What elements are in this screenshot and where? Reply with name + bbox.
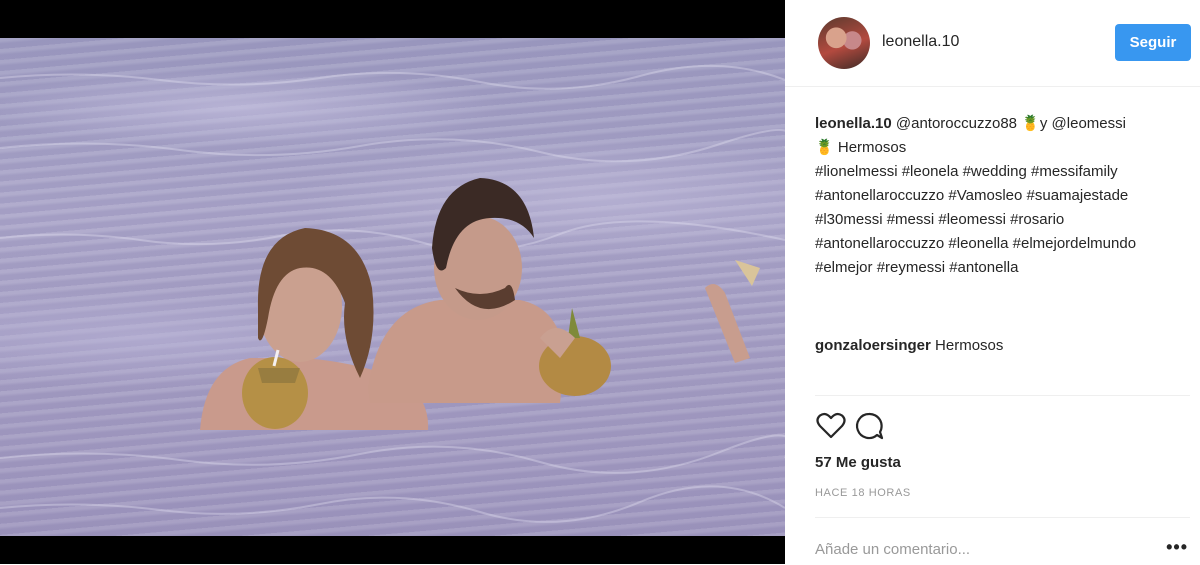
caption-hashtags[interactable]: #lionelmessi #leonela #wedding #messifam… [815, 163, 1136, 276]
like-count[interactable]: 57 Me gusta [815, 454, 901, 471]
pineapple-emoji: 🍍 [815, 139, 834, 156]
post-media [0, 0, 785, 564]
pineapple-emoji: 🍍 [1021, 115, 1040, 132]
divider [815, 395, 1190, 396]
caption-text-2: y @leomessi [1039, 115, 1126, 132]
comment-input[interactable] [815, 538, 1135, 560]
action-bar [815, 410, 935, 440]
add-comment-area: ••• [815, 517, 1190, 565]
header-username[interactable]: leonella.10 [882, 33, 959, 51]
post-timestamp: HACE 18 HORAS [815, 487, 911, 499]
caption-text-1: @antoroccuzzo88 [891, 115, 1022, 132]
follow-button[interactable]: Seguir [1115, 24, 1191, 61]
heart-icon[interactable] [815, 410, 847, 442]
caption-text-3: Hermosos [833, 139, 907, 156]
comment-item: gonzaloersinger Hermosos [815, 334, 1190, 358]
comment-username[interactable]: gonzaloersinger [815, 337, 931, 354]
more-options-icon[interactable]: ••• [1166, 538, 1188, 556]
post-header: leonella.10 Seguir [785, 0, 1200, 87]
photo-scene [0, 64, 785, 523]
post-caption: leonella.10 @antoroccuzzo88 🍍y @leomessi… [815, 112, 1190, 280]
avatar[interactable] [818, 17, 870, 69]
comment-bubble-icon[interactable] [853, 410, 885, 442]
arm-figure [705, 284, 750, 363]
post-side-panel: leonella.10 Seguir leonella.10 @antorocc… [785, 0, 1200, 564]
post-photo[interactable] [0, 38, 785, 536]
comment-text: Hermosos [930, 337, 1004, 354]
man-figure [368, 178, 611, 403]
caption-username[interactable]: leonella.10 [815, 115, 892, 132]
